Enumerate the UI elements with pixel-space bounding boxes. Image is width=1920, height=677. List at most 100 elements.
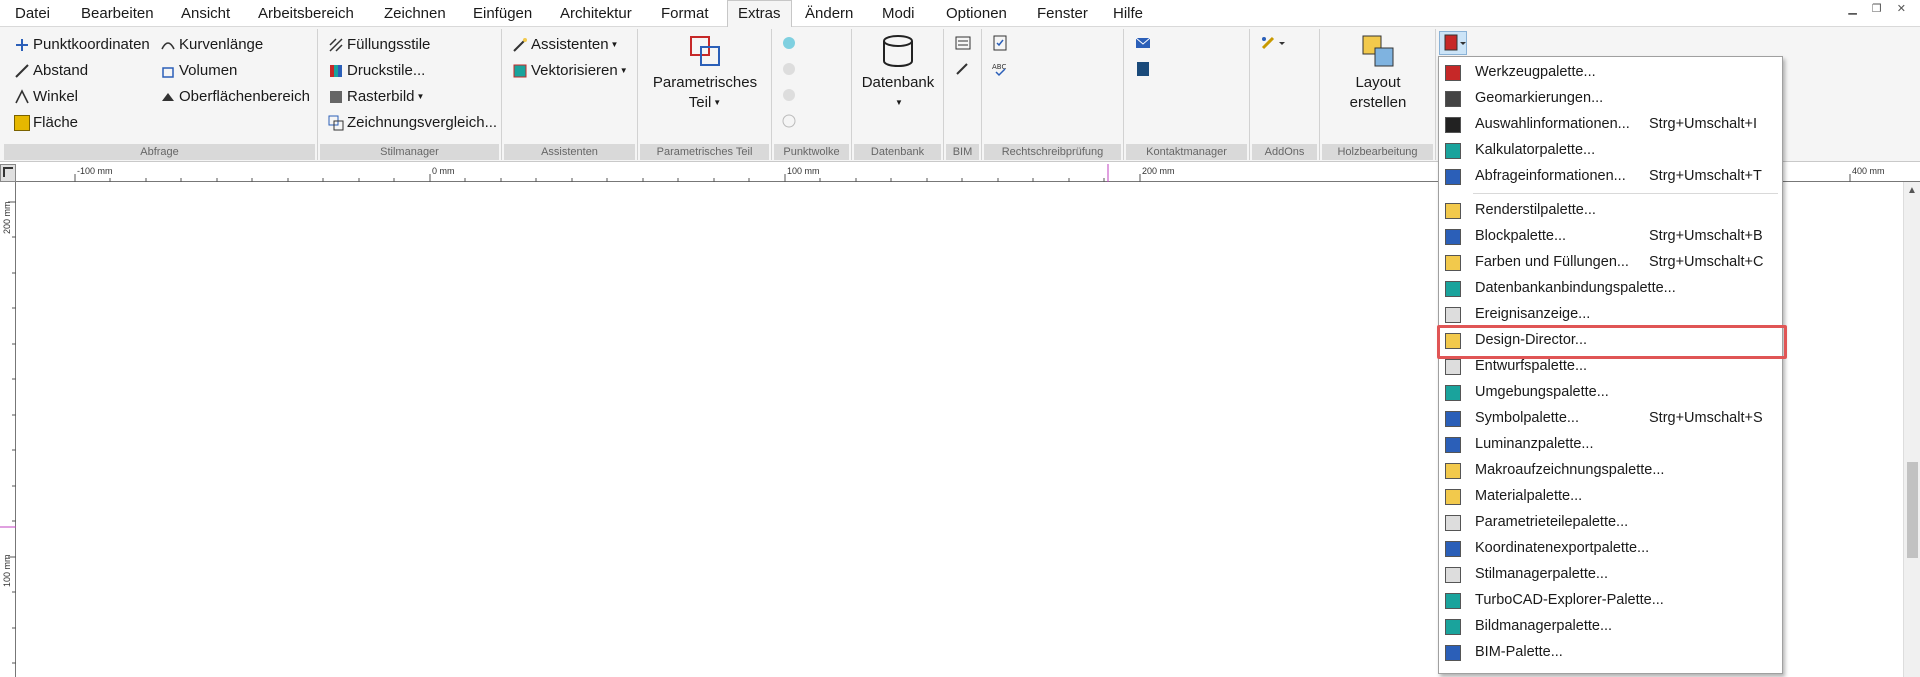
- parametric-icon: [1445, 515, 1461, 531]
- menu-item-database-link[interactable]: Datenbankanbindungspalette...: [1439, 276, 1782, 302]
- menu-hilfe[interactable]: Hilfe: [1113, 4, 1143, 24]
- dropdown-arrow-icon: ▼: [713, 98, 722, 108]
- menu-item-environment[interactable]: Umgebungspalette...: [1439, 380, 1782, 406]
- menu-item-label: BIM-Palette...: [1475, 644, 1563, 660]
- menu-datei[interactable]: Datei: [15, 4, 50, 24]
- bim-tool-icon[interactable]: [954, 61, 972, 77]
- hatch-style-icon: [328, 37, 344, 53]
- ruler-label: 100 mm: [2, 554, 12, 587]
- contact-book-icon[interactable]: [1134, 61, 1152, 77]
- assistenten-button[interactable]: Assistenten ▼: [512, 35, 618, 55]
- menu-item-style-manager[interactable]: Stilmanagerpalette...: [1439, 562, 1782, 588]
- rasterbild-button[interactable]: Rasterbild ▼: [328, 87, 424, 107]
- menu-einfuegen[interactable]: Einfügen: [473, 4, 532, 24]
- menu-modi[interactable]: Modi: [882, 4, 915, 24]
- addon-satellite-icon[interactable]: [1260, 35, 1286, 51]
- group-label: Stilmanager: [320, 144, 499, 160]
- fuellungsstile-button[interactable]: Füllungsstile: [328, 35, 430, 55]
- luminance-icon: [1445, 437, 1461, 453]
- window-controls[interactable]: ▁ ❐ ✕: [1848, 2, 1912, 15]
- menu-item-geomarker[interactable]: Geomarkierungen...: [1439, 86, 1782, 112]
- menu-item-parametric[interactable]: Parametrieteilepalette...: [1439, 510, 1782, 536]
- volumen-button[interactable]: Volumen: [160, 61, 237, 81]
- punktkoordinaten-button[interactable]: Punktkoordinaten: [14, 35, 150, 55]
- menu-ansicht[interactable]: Ansicht: [181, 4, 230, 24]
- scroll-up-icon[interactable]: ▲: [1907, 185, 1917, 196]
- group-kontaktmanager: Kontaktmanager: [1124, 29, 1250, 160]
- material-icon: [1445, 489, 1461, 505]
- menu-item-render[interactable]: Renderstilpalette...: [1439, 198, 1782, 224]
- menu-item-explorer[interactable]: TurboCAD-Explorer-Palette...: [1439, 588, 1782, 614]
- menu-item-luminance[interactable]: Luminanzpalette...: [1439, 432, 1782, 458]
- menu-item-label: Geomarkierungen...: [1475, 90, 1604, 106]
- vectorize-icon: [512, 63, 528, 79]
- menu-item-palette[interactable]: Farben und Füllungen... Strg+Umschalt+C: [1439, 250, 1782, 276]
- menu-item-shortcut: Strg+Umschalt+C: [1649, 254, 1764, 270]
- menu-extras[interactable]: Extras: [727, 0, 792, 28]
- menu-item-calculator[interactable]: Kalkulatorpalette...: [1439, 138, 1782, 164]
- group-label: Abfrage: [4, 144, 315, 160]
- spellcheck-abc-icon[interactable]: ABC: [992, 61, 1010, 77]
- vertical-scrollbar[interactable]: ▲: [1903, 182, 1920, 677]
- menu-optionen[interactable]: Optionen: [946, 4, 1007, 24]
- zeichnungsvergleich-button[interactable]: Zeichnungsvergleich...: [328, 113, 497, 133]
- menu-item-label: Entwurfspalette...: [1475, 358, 1588, 374]
- menu-item-query[interactable]: Abfrageinformationen... Strg+Umschalt+T: [1439, 164, 1782, 190]
- parametrisches-teil-button[interactable]: Parametrisches Teil ▼: [643, 33, 767, 113]
- point-cloud-edit-icon[interactable]: [780, 87, 798, 103]
- menu-zeichnen[interactable]: Zeichnen: [384, 4, 446, 24]
- abstand-button[interactable]: Abstand: [14, 61, 88, 81]
- draft-icon: [1445, 359, 1461, 375]
- toolbox-icon: [1444, 34, 1466, 51]
- point-cloud-icon[interactable]: [780, 61, 798, 77]
- menu-item-bim[interactable]: BIM-Palette...: [1439, 640, 1782, 666]
- menu-fenster[interactable]: Fenster: [1037, 4, 1088, 24]
- layout-erstellen-button[interactable]: Layout erstellen: [1324, 33, 1432, 113]
- menu-item-label: Auswahlinformationen...: [1475, 116, 1630, 132]
- group-parametrisches-teil: Parametrisches Teil ▼ Parametrisches Teil: [638, 29, 772, 160]
- druckstile-button[interactable]: Druckstile...: [328, 61, 425, 81]
- ruler-label: 200 mm: [1142, 166, 1175, 176]
- style-manager-icon: [1445, 567, 1461, 583]
- group-label: AddOns: [1252, 144, 1317, 160]
- point-cloud-import-icon[interactable]: [780, 35, 798, 51]
- wizard-icon: [512, 37, 528, 53]
- menu-item-image-manager[interactable]: Bildmanagerpalette...: [1439, 614, 1782, 640]
- menu-item-label: Werkzeugpalette...: [1475, 64, 1596, 80]
- group-label: Kontaktmanager: [1126, 144, 1247, 160]
- drawing-compare-icon: [328, 115, 344, 131]
- mail-icon[interactable]: [1134, 35, 1152, 51]
- oberflaechenbereich-button[interactable]: Oberflächenbereich: [160, 87, 310, 107]
- datenbank-button[interactable]: Datenbank ▼: [856, 33, 940, 113]
- menu-item-material[interactable]: Materialpalette...: [1439, 484, 1782, 510]
- curve-length-icon: [160, 37, 176, 53]
- spellcheck-document-icon[interactable]: [992, 35, 1010, 51]
- winkel-button[interactable]: Winkel: [14, 87, 78, 107]
- menu-aendern[interactable]: Ändern: [805, 4, 853, 24]
- vektorisieren-button[interactable]: Vektorisieren ▼: [512, 61, 628, 81]
- menu-arbeitsbereich[interactable]: Arbeitsbereich: [258, 4, 354, 24]
- environment-icon: [1445, 385, 1461, 401]
- scrollbar-thumb[interactable]: [1907, 462, 1918, 558]
- menu-architektur[interactable]: Architektur: [560, 4, 632, 24]
- point-cloud-view-icon[interactable]: [780, 113, 798, 129]
- menu-format[interactable]: Format: [661, 4, 709, 24]
- palette-dropdown-menu: Werkzeugpalette... Geomarkierungen... Ausw…: [1438, 56, 1783, 674]
- menu-item-block[interactable]: Blockpalette... Strg+Umschalt+B: [1439, 224, 1782, 250]
- layout-create-icon: [1360, 33, 1396, 69]
- bim-list-icon[interactable]: [954, 35, 972, 51]
- group-rechtschreibpruefung: ABC Rechtschreibprüfung: [982, 29, 1124, 160]
- menu-item-macro[interactable]: Makroaufzeichnungspalette...: [1439, 458, 1782, 484]
- menu-item-coordinate-export[interactable]: Koordinatenexportpalette...: [1439, 536, 1782, 562]
- menu-item-toolbox[interactable]: Werkzeugpalette...: [1439, 60, 1782, 86]
- kurvenlaenge-button[interactable]: Kurvenlänge: [160, 35, 263, 55]
- ruler-label: 100 mm: [787, 166, 820, 176]
- ruler-ticks: [0, 201, 16, 664]
- ruler-origin-button[interactable]: [0, 164, 16, 182]
- paletten-dropdown-button[interactable]: [1439, 31, 1467, 55]
- menu-item-cursor[interactable]: Auswahlinformationen... Strg+Umschalt+I: [1439, 112, 1782, 138]
- group-holzbearbeitung: Layout erstellen Holzbearbeitung: [1320, 29, 1436, 160]
- menu-item-symbol[interactable]: Symbolpalette... Strg+Umschalt+S: [1439, 406, 1782, 432]
- flaeche-button[interactable]: Fläche: [14, 113, 78, 133]
- menu-bearbeiten[interactable]: Bearbeiten: [81, 4, 154, 24]
